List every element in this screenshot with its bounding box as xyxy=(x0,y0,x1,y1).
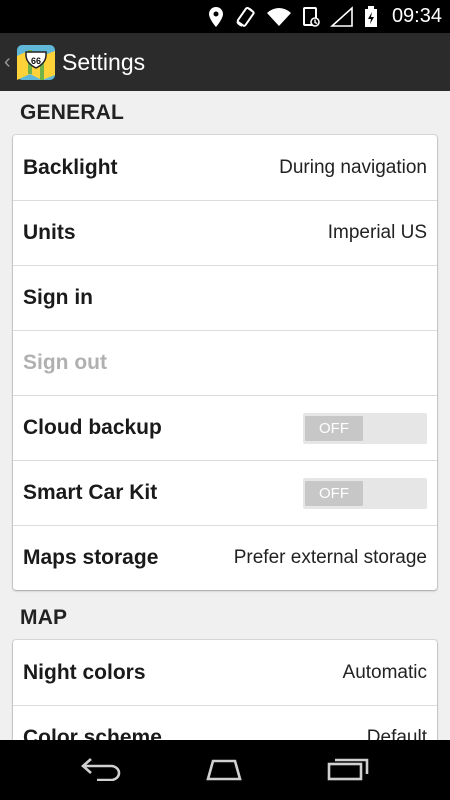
setting-label: Night colors xyxy=(23,660,146,684)
signal-icon xyxy=(329,5,354,28)
wifi-icon xyxy=(266,7,292,27)
location-icon xyxy=(208,6,224,28)
cloud-backup-toggle[interactable]: OFF xyxy=(303,412,427,444)
section-header-general: GENERAL xyxy=(20,101,125,124)
setting-night-colors[interactable]: Night colors Automatic xyxy=(13,640,437,705)
setting-label: Sign out xyxy=(23,351,107,374)
setting-value: Default xyxy=(366,727,427,740)
setting-units[interactable]: Units Imperial US xyxy=(13,200,437,265)
setting-color-scheme[interactable]: Color scheme Default xyxy=(13,705,437,740)
recents-icon[interactable] xyxy=(325,755,371,786)
setting-maps-storage[interactable]: Maps storage Prefer external storage xyxy=(13,525,437,590)
status-bar: 09:34 xyxy=(0,0,450,33)
map-card: Night colors Automatic Color scheme Defa… xyxy=(13,640,437,740)
setting-cloud-backup[interactable]: Cloud backup OFF xyxy=(13,395,437,460)
setting-label: Sign in xyxy=(23,286,93,309)
up-caret-icon[interactable]: ‹ xyxy=(4,51,14,74)
setting-label: Units xyxy=(23,221,76,244)
rotation-icon xyxy=(234,6,256,28)
notification-icon xyxy=(302,6,320,28)
setting-value: During navigation xyxy=(279,156,427,178)
page-title: Settings xyxy=(62,48,146,75)
smart-car-kit-toggle[interactable]: OFF xyxy=(303,477,427,509)
section-header-map: MAP xyxy=(20,606,68,629)
setting-label: Smart Car Kit xyxy=(23,481,158,504)
setting-label: Cloud backup xyxy=(23,416,162,439)
general-card: Backlight During navigation Units Imperi… xyxy=(13,135,437,590)
setting-value: Automatic xyxy=(342,661,427,683)
app-icon-text: 66 xyxy=(31,56,41,66)
setting-value: Imperial US xyxy=(327,222,427,243)
back-icon[interactable] xyxy=(79,755,123,786)
toggle-state: OFF xyxy=(305,415,363,441)
settings-list[interactable]: GENERAL Backlight During navigation Unit… xyxy=(0,91,450,740)
setting-backlight[interactable]: Backlight During navigation xyxy=(13,135,437,200)
setting-sign-out: Sign out xyxy=(13,330,437,395)
setting-label: Color scheme xyxy=(23,726,162,740)
setting-smart-car-kit[interactable]: Smart Car Kit OFF xyxy=(13,460,437,525)
setting-label: Maps storage xyxy=(23,546,159,569)
setting-sign-in[interactable]: Sign in xyxy=(13,265,437,330)
action-bar: ‹ 66 Settings xyxy=(0,33,450,91)
home-icon[interactable] xyxy=(200,755,248,786)
status-clock: 09:34 xyxy=(391,5,442,27)
setting-value: Prefer external storage xyxy=(233,547,427,568)
battery-icon xyxy=(364,5,378,28)
navigation-bar xyxy=(0,740,450,800)
toggle-state: OFF xyxy=(305,480,363,506)
app-icon[interactable]: 66 xyxy=(16,42,56,82)
setting-label: Backlight xyxy=(23,155,118,179)
